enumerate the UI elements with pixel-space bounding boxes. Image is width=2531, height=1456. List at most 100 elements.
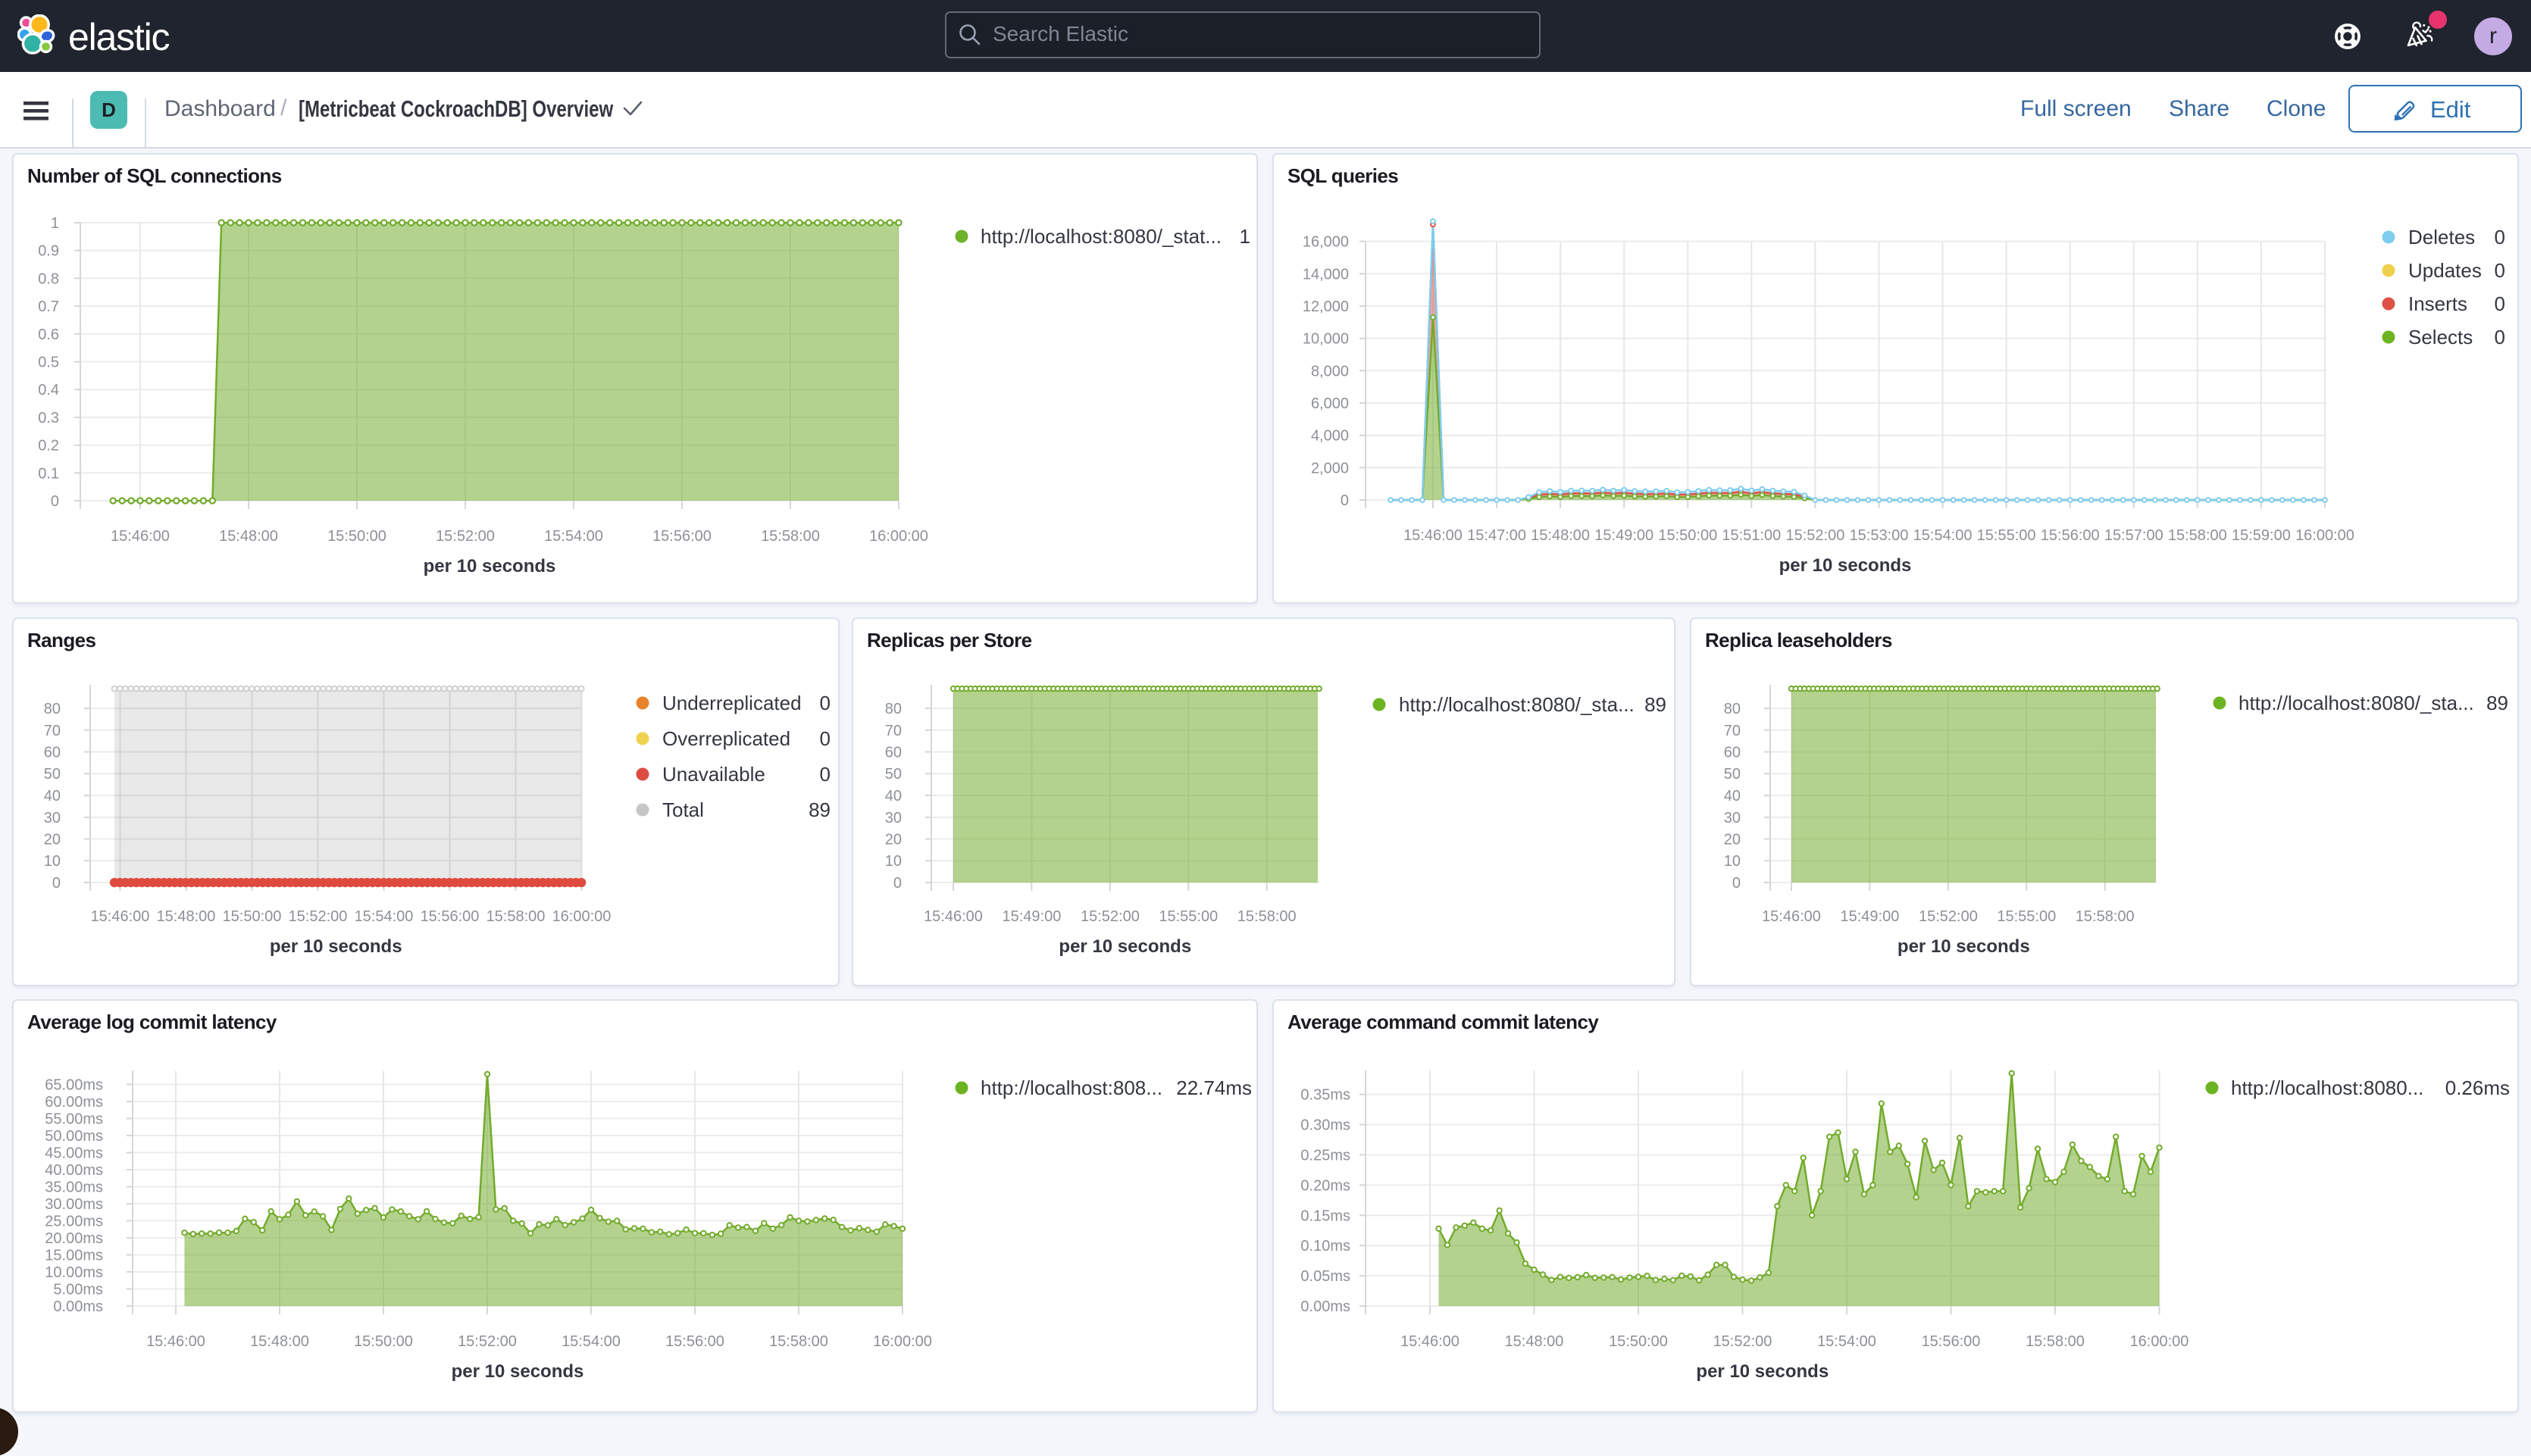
svg-text:0: 0 xyxy=(820,692,831,714)
svg-text:15:56:00: 15:56:00 xyxy=(2041,527,2100,544)
svg-text:15:58:00: 15:58:00 xyxy=(2076,908,2135,925)
svg-text:30: 30 xyxy=(885,810,902,826)
svg-text:50: 50 xyxy=(44,766,61,783)
svg-text:30: 30 xyxy=(1724,810,1741,826)
svg-text:per 10 seconds: per 10 seconds xyxy=(1696,1361,1829,1382)
svg-text:15:52:00: 15:52:00 xyxy=(289,908,348,925)
svg-text:0.05ms: 0.05ms xyxy=(1300,1268,1350,1285)
svg-text:0.3: 0.3 xyxy=(38,410,59,426)
svg-text:50.00ms: 50.00ms xyxy=(45,1128,103,1145)
svg-text:Underreplicated: Underreplicated xyxy=(662,692,802,714)
svg-text:0.2: 0.2 xyxy=(38,438,59,455)
svg-text:15:52:00: 15:52:00 xyxy=(1785,527,1844,544)
svg-text:16:00:00: 16:00:00 xyxy=(2295,527,2354,544)
svg-text:40: 40 xyxy=(885,788,902,805)
svg-text:0.00ms: 0.00ms xyxy=(53,1298,103,1315)
svg-text:16:00:00: 16:00:00 xyxy=(552,908,612,925)
svg-text:0.6: 0.6 xyxy=(38,327,59,343)
svg-text:0: 0 xyxy=(1732,875,1741,892)
svg-text:15:52:00: 15:52:00 xyxy=(436,528,495,545)
svg-text:http://localhost:8080/_sta...: http://localhost:8080/_sta... xyxy=(1399,693,1635,716)
svg-text:http://localhost:8080/_stat...: http://localhost:8080/_stat... xyxy=(981,225,1222,248)
svg-text:0: 0 xyxy=(2495,326,2505,348)
svg-text:70: 70 xyxy=(1724,723,1741,739)
svg-text:15:51:00: 15:51:00 xyxy=(1722,527,1781,544)
svg-text:0: 0 xyxy=(2495,259,2505,282)
svg-text:0: 0 xyxy=(52,875,61,892)
svg-text:15:47:00: 15:47:00 xyxy=(1467,527,1526,544)
svg-text:Inserts: Inserts xyxy=(2408,292,2467,315)
svg-text:0: 0 xyxy=(2495,292,2505,315)
svg-text:15:58:00: 15:58:00 xyxy=(761,528,820,545)
svg-text:15:48:00: 15:48:00 xyxy=(1531,527,1590,544)
svg-text:15:55:00: 15:55:00 xyxy=(1159,908,1218,925)
svg-text:15:55:00: 15:55:00 xyxy=(1977,527,2036,544)
svg-text:40: 40 xyxy=(1724,788,1741,805)
svg-text:8,000: 8,000 xyxy=(1311,363,1349,380)
svg-text:Overreplicated: Overreplicated xyxy=(662,727,790,750)
svg-text:16:00:00: 16:00:00 xyxy=(2130,1333,2189,1350)
svg-text:15:59:00: 15:59:00 xyxy=(2232,527,2291,544)
svg-text:15:50:00: 15:50:00 xyxy=(1609,1333,1668,1350)
svg-text:0.7: 0.7 xyxy=(38,298,59,315)
svg-text:0: 0 xyxy=(2495,226,2505,248)
svg-text:per 10 seconds: per 10 seconds xyxy=(424,556,556,576)
svg-text:0: 0 xyxy=(1341,492,1349,509)
svg-text:15:50:00: 15:50:00 xyxy=(223,908,282,925)
svg-text:80: 80 xyxy=(1724,701,1741,717)
svg-text:15:54:00: 15:54:00 xyxy=(1913,527,1973,544)
svg-text:10: 10 xyxy=(885,853,902,870)
svg-text:15:56:00: 15:56:00 xyxy=(665,1333,724,1350)
svg-text:0.15ms: 0.15ms xyxy=(1300,1208,1350,1224)
svg-text:Selects: Selects xyxy=(2408,326,2473,348)
svg-text:15:46:00: 15:46:00 xyxy=(111,528,170,545)
svg-text:15:54:00: 15:54:00 xyxy=(1817,1333,1876,1350)
svg-text:15:52:00: 15:52:00 xyxy=(1081,908,1140,925)
svg-text:per 10 seconds: per 10 seconds xyxy=(1059,936,1191,957)
svg-text:15:49:00: 15:49:00 xyxy=(1594,527,1653,544)
svg-text:Total: Total xyxy=(662,798,704,821)
svg-text:per 10 seconds: per 10 seconds xyxy=(1897,936,2030,957)
svg-text:0.1: 0.1 xyxy=(38,465,59,482)
svg-text:12,000: 12,000 xyxy=(1303,298,1349,315)
svg-text:60: 60 xyxy=(885,745,902,761)
svg-text:30: 30 xyxy=(44,810,61,826)
svg-text:50: 50 xyxy=(1724,766,1741,783)
svg-text:15:58:00: 15:58:00 xyxy=(769,1333,828,1350)
svg-text:0.5: 0.5 xyxy=(38,355,59,371)
svg-text:0.26ms: 0.26ms xyxy=(2445,1076,2510,1099)
svg-text:40.00ms: 40.00ms xyxy=(45,1162,103,1179)
svg-text:15:48:00: 15:48:00 xyxy=(1505,1333,1564,1350)
svg-text:per 10 seconds: per 10 seconds xyxy=(270,936,402,957)
svg-text:15:46:00: 15:46:00 xyxy=(1403,527,1463,544)
svg-text:15:48:00: 15:48:00 xyxy=(219,528,278,545)
svg-text:15:46:00: 15:46:00 xyxy=(924,908,983,925)
svg-text:15:49:00: 15:49:00 xyxy=(1002,908,1061,925)
svg-text:http://localhost:8080/_sta...: http://localhost:8080/_sta... xyxy=(2238,692,2474,714)
svg-text:55.00ms: 55.00ms xyxy=(45,1111,103,1128)
svg-text:30.00ms: 30.00ms xyxy=(45,1196,103,1213)
svg-text:20: 20 xyxy=(885,832,902,848)
svg-text:10.00ms: 10.00ms xyxy=(45,1264,103,1281)
svg-text:15:46:00: 15:46:00 xyxy=(91,908,150,925)
svg-text:0: 0 xyxy=(820,763,831,786)
svg-text:20.00ms: 20.00ms xyxy=(45,1230,103,1247)
svg-text:89: 89 xyxy=(2486,692,2508,714)
svg-text:4,000: 4,000 xyxy=(1311,428,1349,445)
svg-text:15:54:00: 15:54:00 xyxy=(544,528,603,545)
svg-text:15:50:00: 15:50:00 xyxy=(1658,527,1717,544)
svg-text:0.30ms: 0.30ms xyxy=(1300,1117,1350,1134)
svg-text:0: 0 xyxy=(820,727,831,750)
svg-text:60: 60 xyxy=(1724,745,1741,761)
svg-text:0.25ms: 0.25ms xyxy=(1300,1148,1350,1164)
svg-text:15:46:00: 15:46:00 xyxy=(1762,908,1821,925)
svg-text:15:48:00: 15:48:00 xyxy=(157,908,216,925)
svg-text:16:00:00: 16:00:00 xyxy=(869,528,928,545)
svg-text:10: 10 xyxy=(1724,853,1741,870)
svg-text:15:52:00: 15:52:00 xyxy=(458,1333,517,1350)
svg-text:15:58:00: 15:58:00 xyxy=(1237,908,1297,925)
svg-text:15:58:00: 15:58:00 xyxy=(2026,1333,2085,1350)
svg-text:89: 89 xyxy=(1644,693,1666,716)
svg-text:15:46:00: 15:46:00 xyxy=(1400,1333,1459,1350)
svg-text:Unavailable: Unavailable xyxy=(662,763,765,786)
